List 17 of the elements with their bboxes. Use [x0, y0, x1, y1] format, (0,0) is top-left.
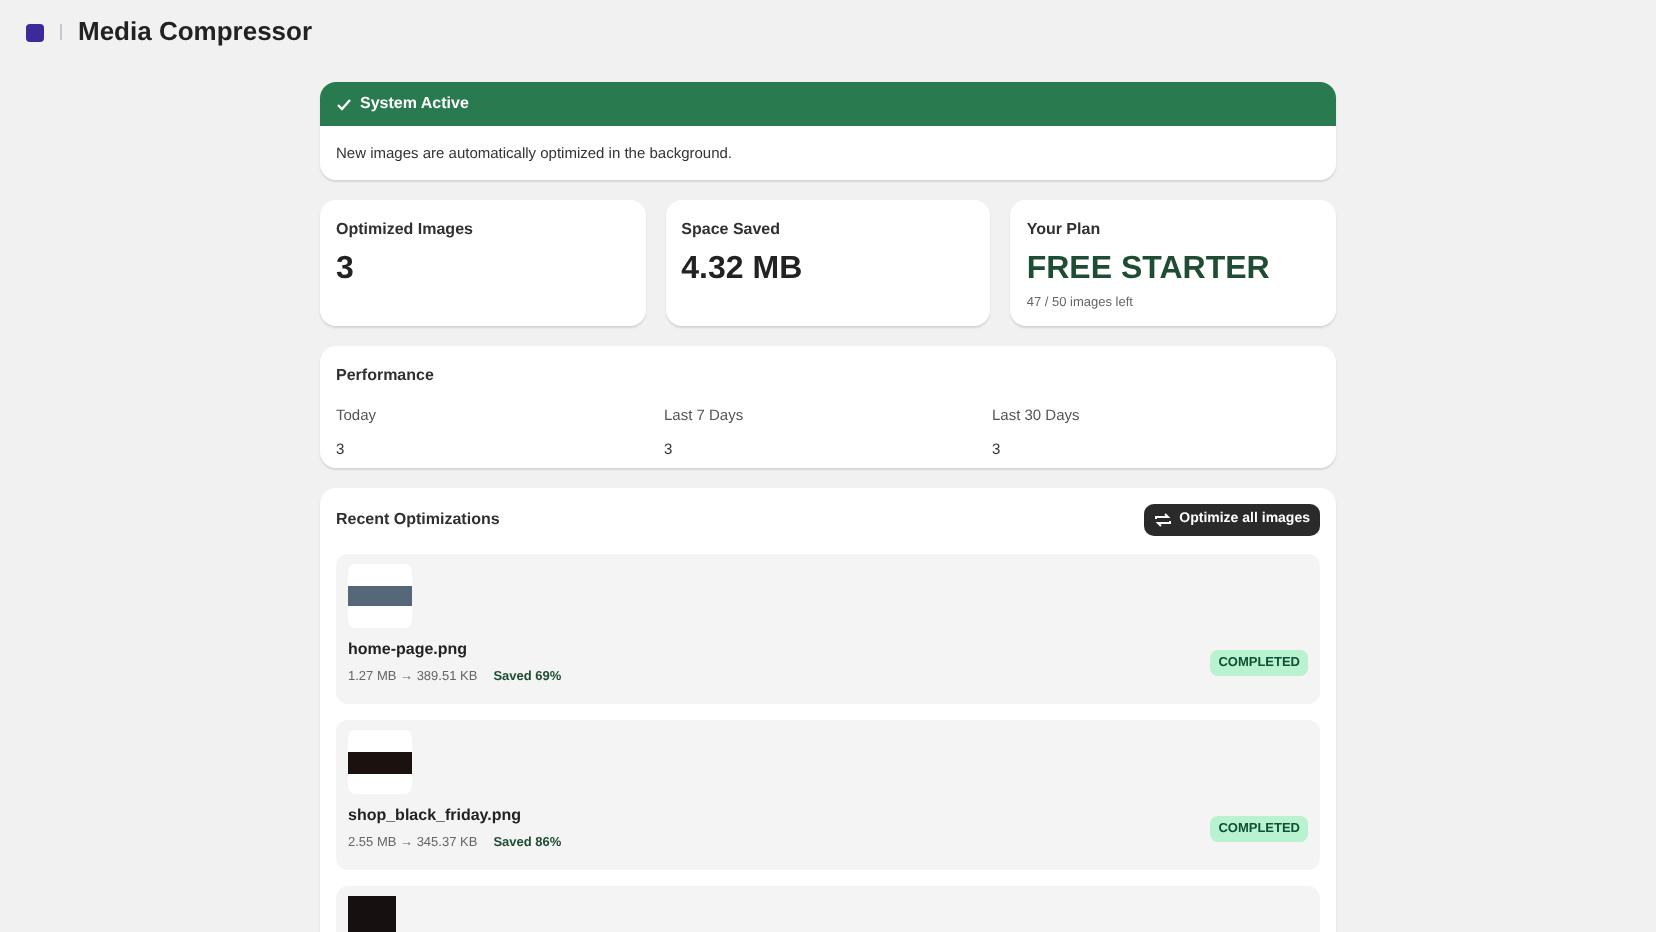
- file-name: home-page.png: [348, 638, 468, 662]
- photo-placeholder: [348, 586, 412, 606]
- check-icon: [336, 97, 352, 111]
- stat-value: 3: [336, 250, 356, 290]
- stat-label: Your Plan: [1026, 218, 1103, 242]
- stat-value: 4.32 MB: [681, 250, 805, 290]
- plan-name: FREE STARTER: [1026, 250, 1272, 290]
- app-logo-icon: [26, 23, 44, 41]
- photo-placeholder: [348, 751, 412, 773]
- stat-label: Optimized Images: [336, 218, 475, 242]
- app-title: Media Compressor: [78, 14, 313, 51]
- banner-title: System Active: [360, 92, 469, 116]
- stat-label: Space Saved: [681, 218, 783, 242]
- file-name: shop_black_friday.png: [348, 804, 522, 828]
- refresh-icon: [1153, 512, 1172, 528]
- card-title: Performance: [336, 364, 436, 388]
- card-title: Recent Optimizations: [336, 508, 500, 532]
